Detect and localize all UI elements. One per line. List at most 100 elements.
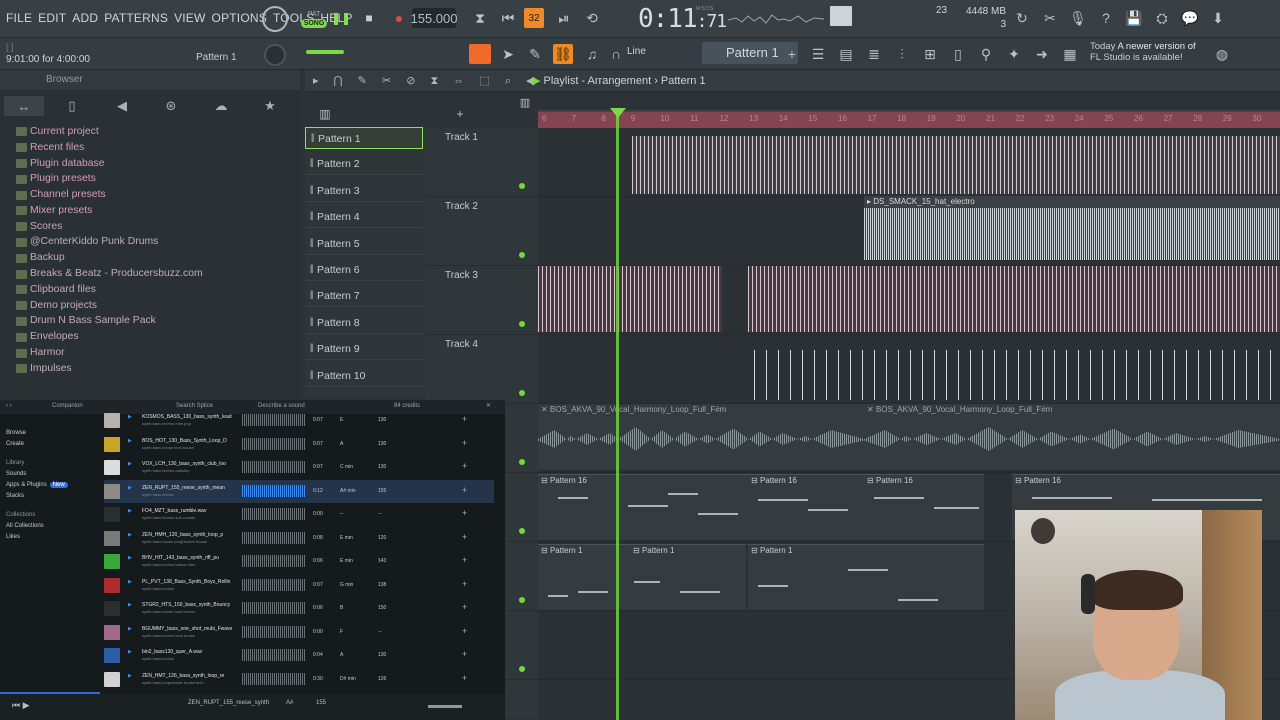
add-sample-icon[interactable]: + <box>462 414 467 424</box>
play-icon[interactable]: ▶ <box>128 555 132 561</box>
browser-all-tab[interactable]: ↔ <box>4 96 44 116</box>
master-volume-slider[interactable] <box>306 50 344 54</box>
news-panel[interactable]: Today A newer version of FL Studio is av… <box>1090 41 1196 63</box>
playlist-grid-icon[interactable]: ▥ <box>515 92 535 112</box>
companion-nav-item[interactable]: Likes <box>6 532 86 543</box>
undo-icon[interactable]: ↻ <box>1012 8 1032 28</box>
snap-mode[interactable]: Line <box>627 46 646 57</box>
companion-nav-item[interactable]: Apps & Plugins New <box>6 480 86 491</box>
add-sample-icon[interactable]: + <box>462 555 467 565</box>
menu-options[interactable]: OPTIONS <box>212 11 267 25</box>
play-icon[interactable]: ▶ <box>128 485 132 491</box>
companion-nav-item[interactable]: Stacks <box>6 491 86 502</box>
stop-button[interactable]: ■ <box>360 6 378 30</box>
menu-edit[interactable]: EDIT <box>38 11 66 25</box>
sample-row[interactable]: ▶ STGR2_HTS_150_bass_synth_Bouncy synth ba… <box>104 597 494 620</box>
piano-roll-icon[interactable]: ⊞ <box>920 44 940 64</box>
track-mute-led[interactable] <box>519 528 525 534</box>
download-icon[interactable]: ⬇ <box>1208 8 1228 28</box>
playhead[interactable] <box>616 110 619 720</box>
pattern-item[interactable]: Pattern 7 <box>305 285 423 308</box>
vocal-clip[interactable]: ✕ BOS_AKVA_90_Vocal_Harmony_Loop_Full_F#… <box>864 404 1280 470</box>
add-sample-icon[interactable]: + <box>462 461 467 471</box>
piano-icon[interactable]: ♫ <box>582 44 602 64</box>
browser-item[interactable]: Channel presets <box>16 187 300 203</box>
magnet-icon[interactable]: ∩ <box>606 44 626 64</box>
browser-item[interactable]: Drum N Bass Sample Pack <box>16 314 300 330</box>
companion-nav-item[interactable]: Browse <box>6 428 86 439</box>
add-sample-icon[interactable]: + <box>462 532 467 542</box>
sample-row[interactable]: ▶ BHV_HIT_143_bass_synth_riff_pu synth bas… <box>104 550 494 573</box>
menu-add[interactable]: ADD <box>72 11 98 25</box>
companion-nav-item[interactable]: Collections <box>6 510 86 521</box>
browser-item[interactable]: Impulses <box>16 361 300 377</box>
levels-icon[interactable]: ⫶ <box>892 44 912 64</box>
help-icon[interactable]: ? <box>1096 8 1116 28</box>
sample-row[interactable]: ▶ VOX_LCH_130_bass_synth_club_loo synth ba… <box>104 456 494 479</box>
play-icon[interactable]: ▶ <box>128 626 132 632</box>
countdown-icon[interactable]: ⏮ <box>498 8 518 28</box>
pattern-item[interactable]: Pattern 4 <box>305 206 423 229</box>
metronome-icon[interactable]: ⧗ <box>470 8 490 28</box>
audio-clip[interactable] <box>754 350 1280 400</box>
sample-row[interactable]: ▶ BGUMMY_bass_one_shot_mubi_Fwave synth ba… <box>104 621 494 644</box>
menu-patterns[interactable]: PATTERNS <box>104 11 168 25</box>
vocal-clip[interactable]: ✕ BOS_AKVA_90_Vocal_Harmony_Loop_Full_F#… <box>538 404 864 470</box>
browser-item[interactable]: Breaks & Beatz - Producersbuzz.com <box>16 266 300 282</box>
audio-clip[interactable] <box>632 136 1280 194</box>
pattern-item[interactable]: Pattern 1 <box>305 127 423 150</box>
add-sample-icon[interactable]: + <box>462 485 467 495</box>
play-icon[interactable]: ▶ <box>128 602 132 608</box>
play-icon[interactable]: ▶ <box>128 532 132 538</box>
add-sample-icon[interactable]: + <box>462 438 467 448</box>
menu-file[interactable]: FILE <box>6 11 32 25</box>
browser-item[interactable]: Plugin database <box>16 156 300 172</box>
audio-clip[interactable] <box>748 266 1280 332</box>
save-icon[interactable]: 💾 <box>1124 8 1144 28</box>
master-pitch-knob[interactable] <box>264 44 286 66</box>
prev-icon[interactable]: ⏮ ▶ <box>12 700 30 711</box>
sample-row[interactable]: ▶ KOSMOS_BASS_130_bass_synth_lead synth ba… <box>104 409 494 432</box>
channel-rack-icon[interactable]: ▤ <box>836 44 856 64</box>
track-mute-led[interactable] <box>519 252 525 258</box>
browser-cloud-tab[interactable]: ☁ <box>201 96 241 116</box>
browser-plugin-tab[interactable]: ⊛ <box>151 96 191 116</box>
loop-region[interactable] <box>538 112 1280 128</box>
arrow-right-icon[interactable]: ➤ <box>498 44 518 64</box>
browser-item[interactable]: Envelopes <box>16 329 300 345</box>
add-sample-icon[interactable]: + <box>462 579 467 589</box>
playlist-icon[interactable] <box>469 44 491 64</box>
pattern-item[interactable]: Pattern 8 <box>305 312 423 334</box>
pattern-clip[interactable]: ⊟ Pattern 16 <box>864 474 984 540</box>
track-mute-led[interactable] <box>519 459 525 465</box>
store-icon[interactable]: ▦ <box>1060 44 1080 64</box>
add-sample-icon[interactable]: + <box>462 673 467 683</box>
file-icon[interactable]: ▯ <box>948 44 968 64</box>
step-edit-icon[interactable]: ⏯ <box>554 8 574 28</box>
playlist-tools[interactable]: ▸ ⋂ ✎ ✂ ⊘ ⧗ ⇔ ⬚ ⌕ ◀ <box>313 74 540 88</box>
forward-icon[interactable]: ➜ <box>1032 44 1052 64</box>
tempo-display[interactable]: 155.000 <box>411 8 458 28</box>
sample-row[interactable]: ▶ BOS_HOT_130_Bass_Synth_Loop_D synth bass… <box>104 433 494 456</box>
pattern-clip[interactable]: ⊟ Pattern 16 <box>538 474 748 540</box>
sample-row[interactable]: ▶ ZEN_HMT_126_bass_synth_loop_re synth bas… <box>104 668 494 691</box>
pattern-item[interactable]: Pattern 5 <box>305 233 423 255</box>
play-icon[interactable]: ▶ <box>128 438 132 444</box>
play-icon[interactable]: ▶ <box>128 461 132 467</box>
track-header[interactable]: Track 2 <box>425 197 538 266</box>
menu-view[interactable]: VIEW <box>174 11 205 25</box>
plug-icon[interactable]: ⚲ <box>976 44 996 64</box>
track-header[interactable]: Track 1 <box>425 128 538 197</box>
pattern-item[interactable]: Pattern 2 <box>305 153 423 176</box>
add-pattern-icon[interactable]: + <box>782 44 802 64</box>
play-icon[interactable]: ▶ <box>128 508 132 514</box>
close-icon[interactable]: ✕ <box>486 402 491 409</box>
browser-star-tab[interactable]: ★ <box>250 96 290 116</box>
add-sample-icon[interactable]: + <box>462 508 467 518</box>
sample-row[interactable]: ▶ PL_PVT_138_Bass_Synth_Boys_Rollin synth … <box>104 574 494 597</box>
sample-row[interactable]: ▶ bin2_bass130_quer_A.wav synth bass techn… <box>104 644 494 667</box>
browser-item[interactable]: Scores <box>16 219 300 235</box>
chat-icon[interactable]: 💬 <box>1180 8 1200 28</box>
companion-nav-item[interactable]: Create <box>6 439 86 450</box>
add-sample-icon[interactable]: + <box>462 649 467 659</box>
